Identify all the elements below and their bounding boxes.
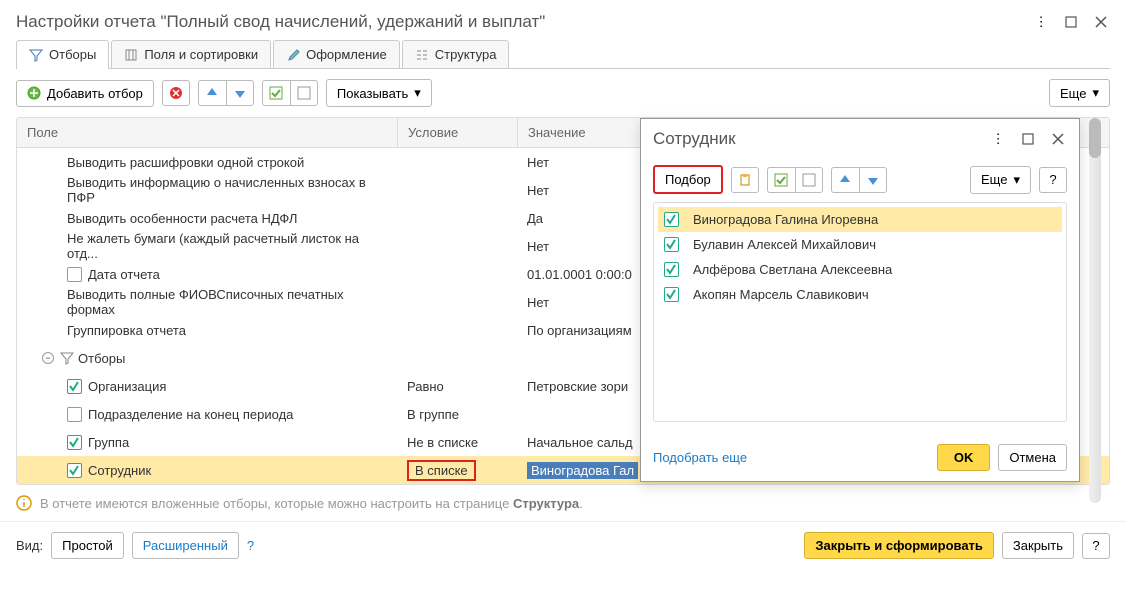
checkbox[interactable] [67,463,82,478]
more-link[interactable]: Подобрать еще [653,450,747,465]
generate-button[interactable]: Закрыть и сформировать [804,532,994,559]
chevron-down-icon: ▾ [1013,172,1020,188]
list-item[interactable]: Акопян Марсель Славикович [658,282,1062,307]
paste-button[interactable] [731,167,759,193]
cancel-button[interactable]: Отмена [998,444,1067,471]
view-label: Вид: [16,538,43,553]
checkbox[interactable] [67,379,82,394]
info-text: В отчете имеются вложенные отборы, котор… [40,496,583,511]
tab-format[interactable]: Оформление [273,40,400,68]
dialog-close-icon[interactable] [1049,130,1067,148]
checkbox[interactable] [664,262,679,277]
dialog-down[interactable] [859,167,887,193]
collapse-icon[interactable]: − [42,352,54,364]
add-filter-button[interactable]: Добавить отбор [16,80,154,107]
chevron-down-icon: ▾ [1092,85,1099,101]
checkbox[interactable] [664,212,679,227]
list-item[interactable]: Алфёрова Светлана Алексеевна [658,257,1062,282]
move-down-button[interactable] [226,80,254,106]
dialog-menu-icon[interactable]: ⋮ [989,130,1007,148]
maximize-icon[interactable] [1062,13,1080,31]
th-field: Поле [17,118,397,147]
dialog-help-button[interactable]: ? [1039,167,1067,193]
uncheck-all-button[interactable] [290,80,318,106]
plus-icon [27,86,41,100]
list-item[interactable]: Булавин Алексей Михайлович [658,232,1062,257]
dialog-up[interactable] [831,167,859,193]
funnel-icon [29,48,43,62]
employee-dialog: Сотрудник ⋮ Подбор Еще ▾ ? Виноградова Г… [640,118,1080,482]
columns-icon [124,48,138,62]
checkbox[interactable] [664,287,679,302]
help-button[interactable]: ? [1082,533,1110,559]
close-icon[interactable] [1092,13,1110,31]
info-icon [16,495,32,511]
dialog-title: Сотрудник [653,129,989,149]
tab-filters[interactable]: Отборы [16,40,109,68]
tabs: Отборы Поля и сортировки Оформление Стру… [16,40,1110,69]
tab-fields[interactable]: Поля и сортировки [111,40,271,68]
view-simple-button[interactable]: Простой [51,532,124,559]
list-item[interactable]: Виноградова Галина Игоревна [658,207,1062,232]
chevron-down-icon: ▾ [414,85,421,101]
dialog-maximize-icon[interactable] [1019,130,1037,148]
dialog-uncheck-all[interactable] [795,167,823,193]
menu-dots-icon[interactable]: ⋮ [1032,13,1050,31]
dialog-check-all[interactable] [767,167,795,193]
checkbox[interactable] [664,237,679,252]
tab-structure[interactable]: Структура [402,40,510,68]
move-up-button[interactable] [198,80,226,106]
show-button[interactable]: Показывать ▾ [326,79,432,107]
checkbox[interactable] [67,267,82,282]
check-all-button[interactable] [262,80,290,106]
ok-button[interactable]: OK [937,444,991,471]
delete-button[interactable] [162,80,190,106]
checkbox[interactable] [67,407,82,422]
tree-icon [415,48,429,62]
employee-list: Виноградова Галина ИгоревнаБулавин Алекс… [653,202,1067,422]
dialog-more-button[interactable]: Еще ▾ [970,166,1031,194]
checkbox[interactable] [67,435,82,450]
select-button[interactable]: Подбор [653,165,723,194]
close-button[interactable]: Закрыть [1002,532,1074,559]
scrollbar[interactable] [1089,118,1101,503]
window-title: Настройки отчета "Полный свод начислений… [16,12,1032,32]
more-button[interactable]: Еще ▾ [1049,79,1110,107]
th-condition: Условие [397,118,517,147]
view-advanced-button[interactable]: Расширенный [132,532,239,559]
help-link[interactable]: ? [247,538,254,553]
brush-icon [286,48,300,62]
